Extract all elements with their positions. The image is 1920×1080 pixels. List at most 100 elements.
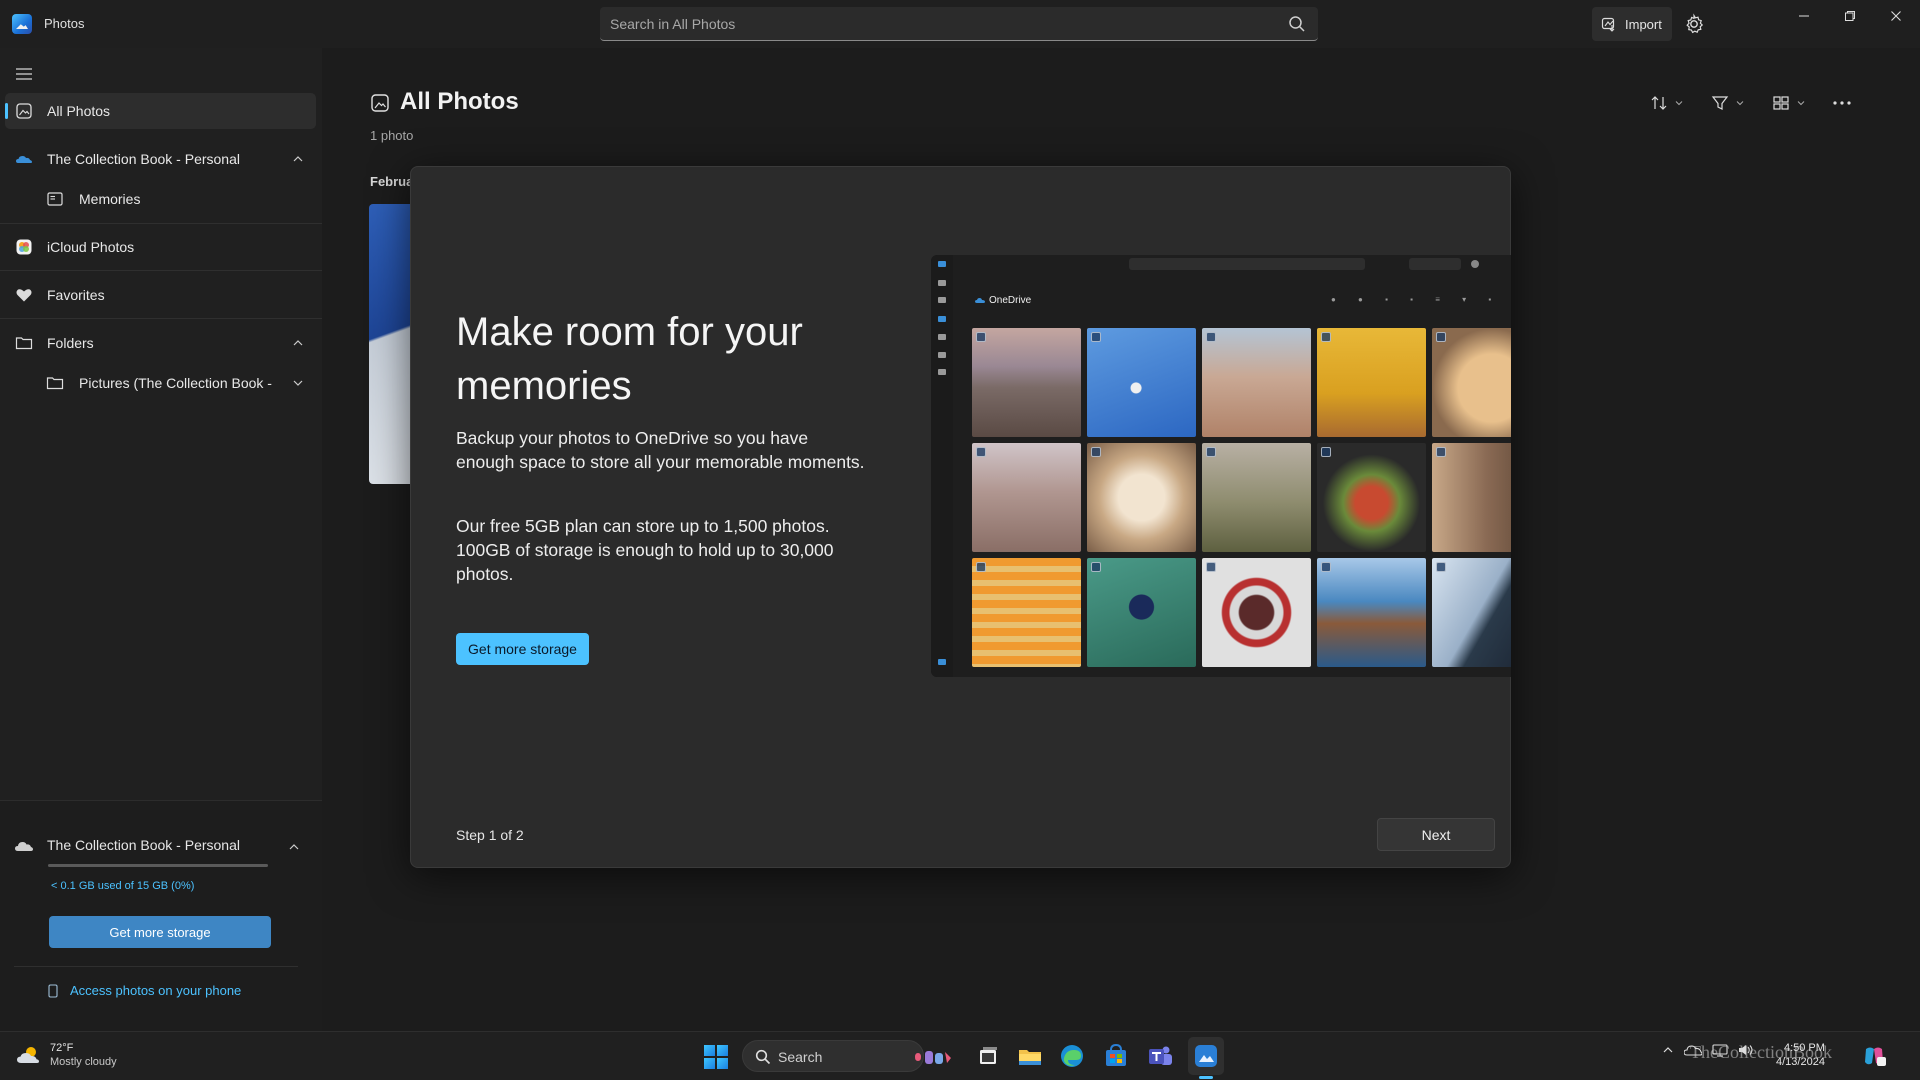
hamburger-menu-icon[interactable]	[14, 66, 34, 82]
filter-icon	[1711, 96, 1729, 110]
storage-usage-text: < 0.1 GB used of 15 GB (0%)	[51, 880, 195, 892]
sidebar-item-all-photos[interactable]: All Photos	[5, 93, 316, 129]
get-more-storage-button[interactable]: Get more storage	[456, 633, 589, 665]
chevron-down-icon	[1675, 101, 1683, 106]
sidebar-item-onedrive-personal[interactable]: The Collection Book - Personal	[5, 141, 316, 177]
preview-photo-orange-stripes	[972, 558, 1081, 667]
gear-icon[interactable]	[1682, 12, 1706, 36]
preview-nav-rail	[931, 255, 953, 677]
sidebar-item-pictures-folder[interactable]: Pictures (The Collection Book -	[5, 365, 316, 401]
preview-photo-coast	[1317, 558, 1426, 667]
chevron-down-icon[interactable]	[292, 377, 304, 389]
sidebar-item-icloud-photos[interactable]: iCloud Photos	[5, 229, 316, 265]
windows-logo-tile	[717, 1058, 728, 1069]
microsoft-store-icon[interactable]	[1102, 1042, 1130, 1070]
access-photos-on-phone-link[interactable]: Access photos on your phone	[48, 983, 241, 998]
sidebar-item-favorites[interactable]: Favorites	[5, 277, 316, 313]
sort-button[interactable]	[1650, 91, 1694, 115]
sidebar-item-folders[interactable]: Folders	[5, 325, 316, 361]
weather-widget[interactable]: 72°F Mostly cloudy	[16, 1041, 117, 1069]
photos-icon	[16, 103, 32, 119]
clock-time: 4:50 PM	[1783, 1042, 1825, 1054]
minimize-icon	[1799, 15, 1809, 17]
photo-count: 1 photo	[370, 128, 414, 143]
preview-toolbar: ● ● ▪ ▪ ≡ ▾ ▪	[1331, 295, 1502, 304]
teams-icon[interactable]	[1146, 1042, 1174, 1070]
search-input[interactable]	[610, 7, 1250, 40]
chevron-down-icon	[1736, 101, 1744, 106]
next-button[interactable]: Next	[1377, 818, 1495, 851]
search-icon[interactable]	[1288, 15, 1306, 33]
preview-photo-eiffel	[1432, 558, 1511, 667]
dialog-paragraph-2: Our free 5GB plan can store up to 1,500 …	[456, 516, 834, 584]
search-highlight-icon	[915, 1051, 951, 1064]
sidebar-divider	[0, 270, 322, 271]
start-button[interactable]	[704, 1045, 728, 1069]
search-box[interactable]	[600, 7, 1318, 41]
taskbar-search[interactable]: Search	[742, 1040, 951, 1072]
system-clock[interactable]: 4:50 PM 4/13/2024	[1776, 1041, 1825, 1069]
sidebar-divider	[0, 318, 322, 319]
preview-photo-food-bowl	[1317, 443, 1426, 552]
onedrive-backup-dialog: Make room for your memories Backup your …	[410, 166, 1511, 868]
clock-date: 4/13/2024	[1776, 1056, 1825, 1068]
chevron-up-icon[interactable]	[292, 153, 304, 165]
sidebar-item-label: Pictures (The Collection Book -	[79, 375, 272, 391]
photos-app-taskbar-icon[interactable]	[1192, 1042, 1220, 1070]
taskbar-search-label: Search	[778, 1049, 823, 1065]
memories-icon	[47, 192, 63, 206]
restore-icon	[1845, 11, 1855, 21]
preview-photo-rocky-shore	[972, 328, 1081, 437]
access-photos-on-phone-label: Access photos on your phone	[70, 983, 242, 998]
sidebar-item-label: The Collection Book - Personal	[47, 151, 240, 167]
task-view-icon[interactable]	[974, 1042, 1002, 1070]
preview-photo-dog-chair	[1087, 443, 1196, 552]
restore-button[interactable]	[1827, 0, 1873, 32]
import-label: Import	[1625, 16, 1662, 32]
get-more-storage-button[interactable]: Get more storage	[49, 916, 271, 948]
file-explorer-icon[interactable]	[1016, 1042, 1044, 1070]
folder-icon	[15, 337, 33, 350]
weather-temperature: 72°F	[50, 1042, 74, 1054]
preview-photo-swimmer	[1087, 558, 1196, 667]
photos-app-window: Photos Import	[0, 0, 1920, 1031]
phone-icon	[48, 983, 58, 998]
close-icon	[1891, 11, 1901, 21]
preview-title-label: OneDrive	[989, 295, 1032, 306]
sort-icon	[1651, 96, 1667, 110]
onedrive-cloud-icon	[16, 156, 32, 163]
sidebar-item-label: Favorites	[47, 287, 105, 303]
import-button[interactable]: Import	[1592, 7, 1672, 41]
preview-search-bar	[1129, 258, 1365, 270]
import-icon	[1601, 17, 1615, 32]
preview-photo-kite	[1202, 443, 1311, 552]
preview-photo-ferris-wheel	[1087, 328, 1196, 437]
date-header: Februa	[370, 174, 414, 189]
windows-logo-tile	[704, 1045, 715, 1056]
windows-logo-tile	[704, 1058, 715, 1069]
close-button[interactable]	[1873, 0, 1919, 32]
chevron-up-icon[interactable]	[1662, 1044, 1674, 1056]
navigation-sidebar: All Photos The Collection Book - Persona…	[0, 48, 322, 1031]
more-options-button[interactable]	[1832, 91, 1876, 115]
filter-button[interactable]	[1711, 91, 1755, 115]
view-button[interactable]	[1772, 91, 1816, 115]
windows-taskbar: 72°F Mostly cloudy Search TheCollectionB…	[0, 1031, 1920, 1080]
chevron-up-icon[interactable]	[288, 841, 300, 853]
more-icon	[1833, 101, 1851, 105]
sidebar-item-memories[interactable]: Memories	[5, 181, 316, 217]
edge-browser-icon[interactable]	[1058, 1042, 1086, 1070]
sidebar-item-label: All Photos	[47, 103, 111, 119]
preview-photo-arcade	[1432, 443, 1511, 552]
chevron-up-icon[interactable]	[292, 337, 304, 349]
preview-photo-desert	[1202, 328, 1311, 437]
preview-button	[1409, 258, 1461, 270]
dialog-title: Make room for your memories	[456, 310, 803, 408]
minimize-button[interactable]	[1781, 0, 1827, 32]
sidebar-divider	[0, 223, 322, 224]
search-icon	[755, 1049, 771, 1065]
preview-photo-yellow-building	[1317, 328, 1426, 437]
copilot-icon[interactable]	[1862, 1045, 1886, 1067]
onedrive-preview-image: OneDrive ● ● ▪ ▪ ≡ ▾ ▪	[931, 255, 1511, 677]
photos-icon	[371, 94, 389, 112]
